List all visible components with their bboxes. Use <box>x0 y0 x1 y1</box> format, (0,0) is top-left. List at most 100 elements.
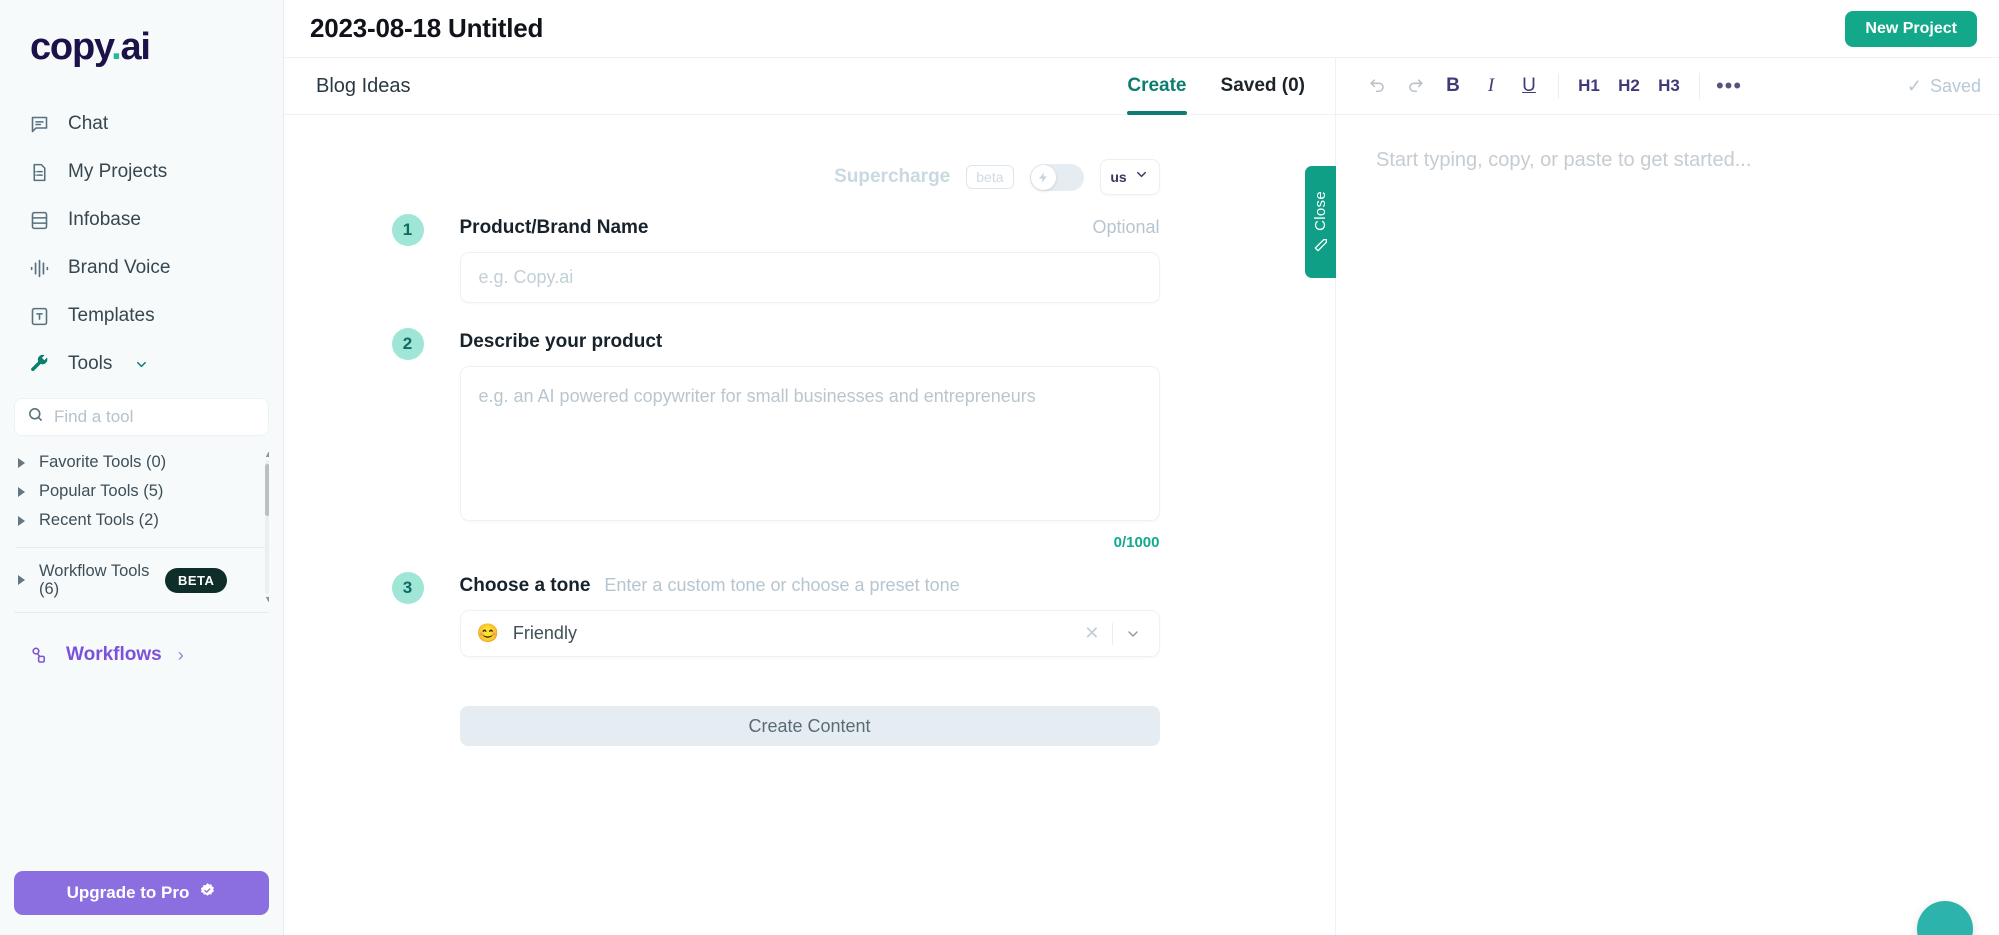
divider <box>14 612 269 613</box>
language-select[interactable]: us <box>1100 159 1160 195</box>
supercharge-toggle[interactable] <box>1030 164 1084 191</box>
document-icon <box>28 161 50 183</box>
upgrade-to-pro-button[interactable]: Upgrade to Pro <box>14 871 269 915</box>
tool-group-label: Recent Tools (2) <box>39 511 265 529</box>
triangle-right-icon <box>18 487 25 497</box>
search-input[interactable] <box>54 407 256 427</box>
step-badge-3: 3 <box>392 572 424 604</box>
underline-icon[interactable]: U <box>1510 67 1548 105</box>
emoji-icon: 😊 <box>477 623 499 644</box>
divider <box>1558 73 1559 99</box>
editor-placeholder: Start typing, copy, or paste to get star… <box>1376 149 1959 172</box>
search-icon <box>27 406 44 428</box>
upgrade-section: Upgrade to Pro <box>0 871 283 935</box>
italic-icon[interactable]: I <box>1472 67 1510 105</box>
heading-1-button[interactable]: H1 <box>1569 67 1609 105</box>
supercharge-label: Supercharge <box>834 166 950 188</box>
undo-icon[interactable] <box>1358 67 1396 105</box>
bold-icon[interactable]: B <box>1434 67 1472 105</box>
editor-body[interactable]: Start typing, copy, or paste to get star… <box>1336 115 1999 935</box>
field-choose-tone: 3 Choose a tone Enter a custom tone or c… <box>460 575 1160 657</box>
workspace: Blog Ideas Create Saved (0) Supercharge … <box>284 58 1999 935</box>
divider <box>1699 73 1700 99</box>
upgrade-label: Upgrade to Pro <box>67 883 190 903</box>
workflow-icon <box>28 644 50 666</box>
scrollbar-thumb[interactable] <box>265 464 269 516</box>
sidebar-item-label: Infobase <box>68 209 141 231</box>
scroll-down-icon[interactable]: ▼ <box>264 595 269 604</box>
tool-group-product-descriptions[interactable]: Product Descriptions (1) <box>14 600 269 606</box>
sidebar-item-workflows[interactable]: Workflows › <box>14 635 269 675</box>
wrench-icon <box>28 353 50 375</box>
optional-tag: Optional <box>1092 217 1159 238</box>
tool-list-scrollbar[interactable]: ▲ ▼ <box>263 448 269 606</box>
heading-2-button[interactable]: H2 <box>1609 67 1649 105</box>
new-project-button[interactable]: New Project <box>1845 11 1977 47</box>
tool-form: Supercharge beta us <box>460 115 1160 935</box>
beta-badge: BETA <box>165 568 227 593</box>
tool-header: Blog Ideas Create Saved (0) <box>284 58 1335 115</box>
product-brand-name-input[interactable] <box>460 252 1160 303</box>
field-product-brand-name: 1 Product/Brand Name Optional <box>460 217 1160 303</box>
sidebar-item-brand-voice[interactable]: Brand Voice <box>14 244 269 292</box>
app-root: copy.ai Chat My Projects <box>0 0 1999 935</box>
sidebar-item-infobase[interactable]: Infobase <box>14 196 269 244</box>
tool-form-pane: Blog Ideas Create Saved (0) Supercharge … <box>284 58 1335 935</box>
editor-pane: Close B I U <box>1335 58 1999 935</box>
page-title: 2023-08-18 Untitled <box>310 13 543 44</box>
tool-group-recent[interactable]: Recent Tools (2) <box>14 506 269 535</box>
tab-create[interactable]: Create <box>1127 58 1186 114</box>
step-badge-1: 1 <box>392 214 424 246</box>
clear-tone-icon[interactable]: ✕ <box>1072 623 1111 644</box>
heading-3-button[interactable]: H3 <box>1649 67 1689 105</box>
step-badge-2: 2 <box>392 328 424 360</box>
sidebar-nav: Chat My Projects Infobase <box>0 100 283 388</box>
content-area: 2023-08-18 Untitled New Project Blog Ide… <box>284 0 1999 935</box>
tone-value: Friendly <box>513 623 1072 644</box>
sidebar-item-tools[interactable]: Tools <box>14 340 269 388</box>
character-counter: 0/1000 <box>460 534 1160 551</box>
field-header: Describe your product <box>460 331 1160 353</box>
chevron-right-icon: › <box>178 645 184 666</box>
chevron-down-icon[interactable] <box>1113 626 1153 642</box>
tool-group-favorite[interactable]: Favorite Tools (0) <box>14 448 269 477</box>
close-tab-label: Close <box>1312 191 1329 231</box>
language-value: us <box>1110 169 1126 185</box>
tool-name: Blog Ideas <box>316 75 411 98</box>
check-icon: ✓ <box>1907 76 1922 97</box>
pencil-icon <box>1313 237 1329 253</box>
tab-saved[interactable]: Saved (0) <box>1221 58 1305 114</box>
close-editor-tab[interactable]: Close <box>1305 166 1336 278</box>
chevron-down-icon <box>1134 167 1149 187</box>
field-label: Product/Brand Name <box>460 217 649 239</box>
tool-group-workflow[interactable]: Workflow Tools (6) BETA <box>14 560 269 600</box>
field-hint: Enter a custom tone or choose a preset t… <box>604 575 959 596</box>
redo-icon[interactable] <box>1396 67 1434 105</box>
supercharge-row: Supercharge beta us <box>460 159 1160 195</box>
sidebar-item-chat[interactable]: Chat <box>14 100 269 148</box>
more-options-icon[interactable]: ••• <box>1710 67 1748 105</box>
triangle-right-icon <box>18 575 25 585</box>
tone-select[interactable]: 😊 Friendly ✕ <box>460 610 1160 657</box>
sidebar-item-label: Brand Voice <box>68 257 170 279</box>
verified-badge-icon <box>199 882 216 904</box>
sidebar-item-label: My Projects <box>68 161 167 183</box>
field-header: Product/Brand Name Optional <box>460 217 1160 239</box>
tool-search[interactable] <box>14 398 269 436</box>
logo[interactable]: copy.ai <box>0 0 283 92</box>
sidebar-item-my-projects[interactable]: My Projects <box>14 148 269 196</box>
scroll-up-icon[interactable]: ▲ <box>264 450 269 459</box>
top-bar: 2023-08-18 Untitled New Project <box>284 0 1999 58</box>
sidebar-item-templates[interactable]: Templates <box>14 292 269 340</box>
divider <box>16 547 267 548</box>
logo-text-copy: copy <box>30 26 111 68</box>
logo-text-ai: ai <box>120 26 149 68</box>
create-content-button[interactable]: Create Content <box>460 706 1160 746</box>
sidebar-item-label: Tools <box>68 353 112 375</box>
tool-group-popular[interactable]: Popular Tools (5) <box>14 477 269 506</box>
sidebar: copy.ai Chat My Projects <box>0 0 284 935</box>
tool-group-label: Product Descriptions (1) <box>39 605 265 606</box>
describe-product-textarea[interactable] <box>460 366 1160 521</box>
supercharge-beta-badge: beta <box>966 165 1013 189</box>
sidebar-item-label: Templates <box>68 305 155 327</box>
